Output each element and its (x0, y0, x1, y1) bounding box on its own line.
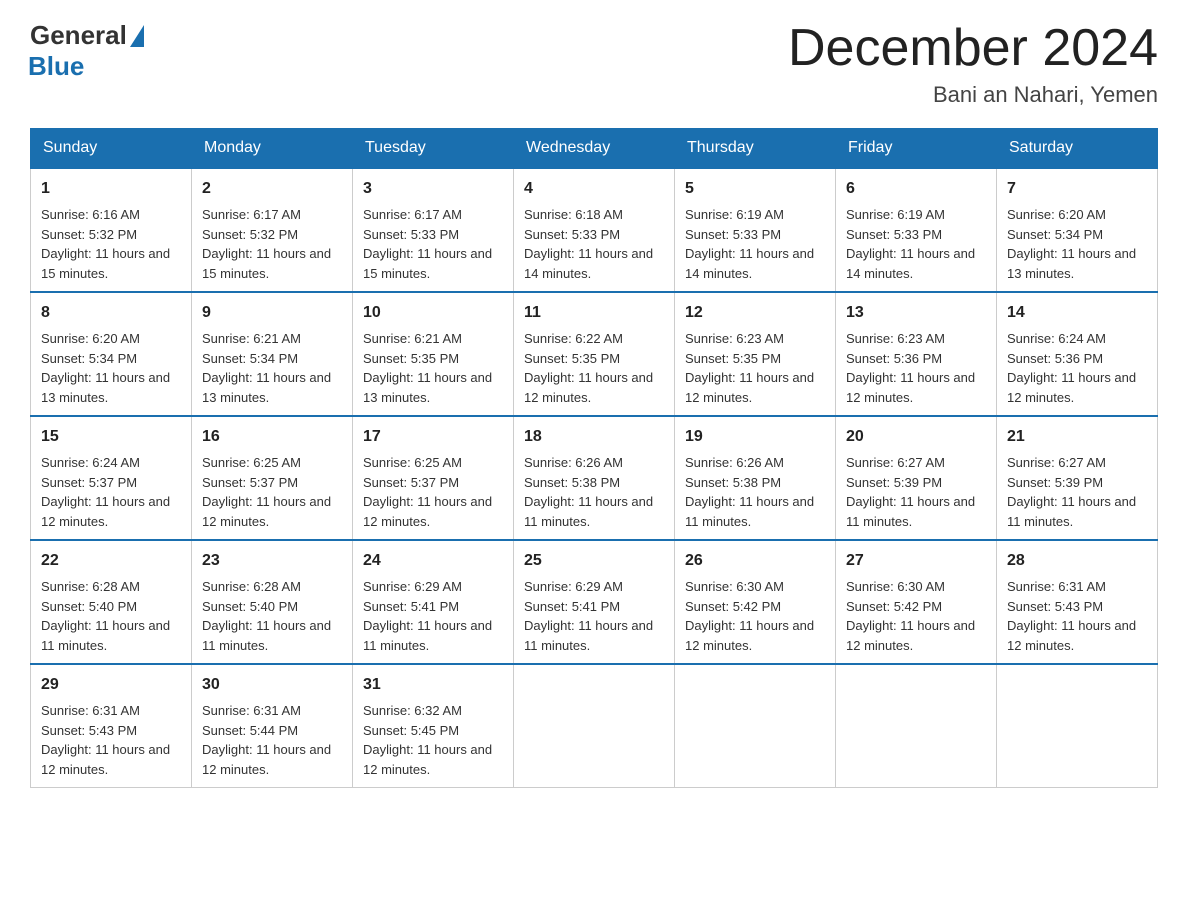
calendar-day-cell (836, 664, 997, 788)
month-title: December 2024 (788, 20, 1158, 77)
calendar-day-cell: 5Sunrise: 6:19 AMSunset: 5:33 PMDaylight… (675, 168, 836, 292)
calendar-day-header: Friday (836, 129, 997, 169)
calendar-day-cell: 21Sunrise: 6:27 AMSunset: 5:39 PMDayligh… (997, 416, 1158, 540)
calendar-week-row: 22Sunrise: 6:28 AMSunset: 5:40 PMDayligh… (31, 540, 1158, 664)
calendar-day-cell: 22Sunrise: 6:28 AMSunset: 5:40 PMDayligh… (31, 540, 192, 664)
calendar-week-row: 29Sunrise: 6:31 AMSunset: 5:43 PMDayligh… (31, 664, 1158, 788)
calendar-day-cell (514, 664, 675, 788)
calendar-day-cell: 20Sunrise: 6:27 AMSunset: 5:39 PMDayligh… (836, 416, 997, 540)
page-header: General Blue December 2024 Bani an Nahar… (30, 20, 1158, 108)
calendar-day-header: Saturday (997, 129, 1158, 169)
calendar-week-row: 1Sunrise: 6:16 AMSunset: 5:32 PMDaylight… (31, 168, 1158, 292)
logo-blue-text: Blue (28, 51, 84, 82)
calendar-day-cell: 12Sunrise: 6:23 AMSunset: 5:35 PMDayligh… (675, 292, 836, 416)
calendar-table: SundayMondayTuesdayWednesdayThursdayFrid… (30, 128, 1158, 788)
calendar-day-header: Sunday (31, 129, 192, 169)
calendar-day-cell: 7Sunrise: 6:20 AMSunset: 5:34 PMDaylight… (997, 168, 1158, 292)
calendar-day-cell: 23Sunrise: 6:28 AMSunset: 5:40 PMDayligh… (192, 540, 353, 664)
day-number: 24 (363, 549, 503, 573)
day-number: 20 (846, 425, 986, 449)
calendar-day-header: Wednesday (514, 129, 675, 169)
day-number: 12 (685, 301, 825, 325)
calendar-day-header: Monday (192, 129, 353, 169)
day-number: 26 (685, 549, 825, 573)
calendar-day-cell: 2Sunrise: 6:17 AMSunset: 5:32 PMDaylight… (192, 168, 353, 292)
calendar-day-cell: 8Sunrise: 6:20 AMSunset: 5:34 PMDaylight… (31, 292, 192, 416)
calendar-day-cell: 14Sunrise: 6:24 AMSunset: 5:36 PMDayligh… (997, 292, 1158, 416)
day-number: 2 (202, 177, 342, 201)
calendar-day-cell: 25Sunrise: 6:29 AMSunset: 5:41 PMDayligh… (514, 540, 675, 664)
calendar-day-cell: 28Sunrise: 6:31 AMSunset: 5:43 PMDayligh… (997, 540, 1158, 664)
location-subtitle: Bani an Nahari, Yemen (788, 82, 1158, 108)
day-number: 8 (41, 301, 181, 325)
calendar-day-cell: 27Sunrise: 6:30 AMSunset: 5:42 PMDayligh… (836, 540, 997, 664)
day-number: 23 (202, 549, 342, 573)
day-number: 6 (846, 177, 986, 201)
calendar-day-cell: 31Sunrise: 6:32 AMSunset: 5:45 PMDayligh… (353, 664, 514, 788)
day-number: 11 (524, 301, 664, 325)
day-number: 5 (685, 177, 825, 201)
day-number: 16 (202, 425, 342, 449)
calendar-day-cell: 9Sunrise: 6:21 AMSunset: 5:34 PMDaylight… (192, 292, 353, 416)
day-number: 31 (363, 673, 503, 697)
calendar-header-row: SundayMondayTuesdayWednesdayThursdayFrid… (31, 129, 1158, 169)
calendar-day-cell: 17Sunrise: 6:25 AMSunset: 5:37 PMDayligh… (353, 416, 514, 540)
day-number: 7 (1007, 177, 1147, 201)
day-number: 19 (685, 425, 825, 449)
day-number: 1 (41, 177, 181, 201)
day-number: 22 (41, 549, 181, 573)
calendar-day-cell: 15Sunrise: 6:24 AMSunset: 5:37 PMDayligh… (31, 416, 192, 540)
calendar-day-cell: 11Sunrise: 6:22 AMSunset: 5:35 PMDayligh… (514, 292, 675, 416)
day-number: 18 (524, 425, 664, 449)
calendar-day-cell: 13Sunrise: 6:23 AMSunset: 5:36 PMDayligh… (836, 292, 997, 416)
day-number: 14 (1007, 301, 1147, 325)
day-number: 17 (363, 425, 503, 449)
logo-general-text: General (30, 20, 127, 51)
day-number: 10 (363, 301, 503, 325)
calendar-day-cell: 30Sunrise: 6:31 AMSunset: 5:44 PMDayligh… (192, 664, 353, 788)
calendar-day-cell: 26Sunrise: 6:30 AMSunset: 5:42 PMDayligh… (675, 540, 836, 664)
calendar-day-cell: 10Sunrise: 6:21 AMSunset: 5:35 PMDayligh… (353, 292, 514, 416)
day-number: 30 (202, 673, 342, 697)
logo: General Blue (30, 20, 144, 82)
logo-triangle-icon (130, 25, 144, 47)
calendar-day-cell: 18Sunrise: 6:26 AMSunset: 5:38 PMDayligh… (514, 416, 675, 540)
day-number: 3 (363, 177, 503, 201)
calendar-day-cell: 16Sunrise: 6:25 AMSunset: 5:37 PMDayligh… (192, 416, 353, 540)
calendar-day-cell (675, 664, 836, 788)
day-number: 4 (524, 177, 664, 201)
day-number: 25 (524, 549, 664, 573)
calendar-day-cell: 1Sunrise: 6:16 AMSunset: 5:32 PMDaylight… (31, 168, 192, 292)
calendar-week-row: 15Sunrise: 6:24 AMSunset: 5:37 PMDayligh… (31, 416, 1158, 540)
day-number: 27 (846, 549, 986, 573)
day-number: 9 (202, 301, 342, 325)
calendar-day-cell: 3Sunrise: 6:17 AMSunset: 5:33 PMDaylight… (353, 168, 514, 292)
day-number: 13 (846, 301, 986, 325)
day-number: 21 (1007, 425, 1147, 449)
calendar-day-header: Tuesday (353, 129, 514, 169)
calendar-day-cell (997, 664, 1158, 788)
calendar-day-cell: 4Sunrise: 6:18 AMSunset: 5:33 PMDaylight… (514, 168, 675, 292)
calendar-day-cell: 29Sunrise: 6:31 AMSunset: 5:43 PMDayligh… (31, 664, 192, 788)
calendar-day-header: Thursday (675, 129, 836, 169)
calendar-day-cell: 24Sunrise: 6:29 AMSunset: 5:41 PMDayligh… (353, 540, 514, 664)
day-number: 29 (41, 673, 181, 697)
calendar-day-cell: 19Sunrise: 6:26 AMSunset: 5:38 PMDayligh… (675, 416, 836, 540)
calendar-day-cell: 6Sunrise: 6:19 AMSunset: 5:33 PMDaylight… (836, 168, 997, 292)
calendar-week-row: 8Sunrise: 6:20 AMSunset: 5:34 PMDaylight… (31, 292, 1158, 416)
day-number: 28 (1007, 549, 1147, 573)
day-number: 15 (41, 425, 181, 449)
title-section: December 2024 Bani an Nahari, Yemen (788, 20, 1158, 108)
